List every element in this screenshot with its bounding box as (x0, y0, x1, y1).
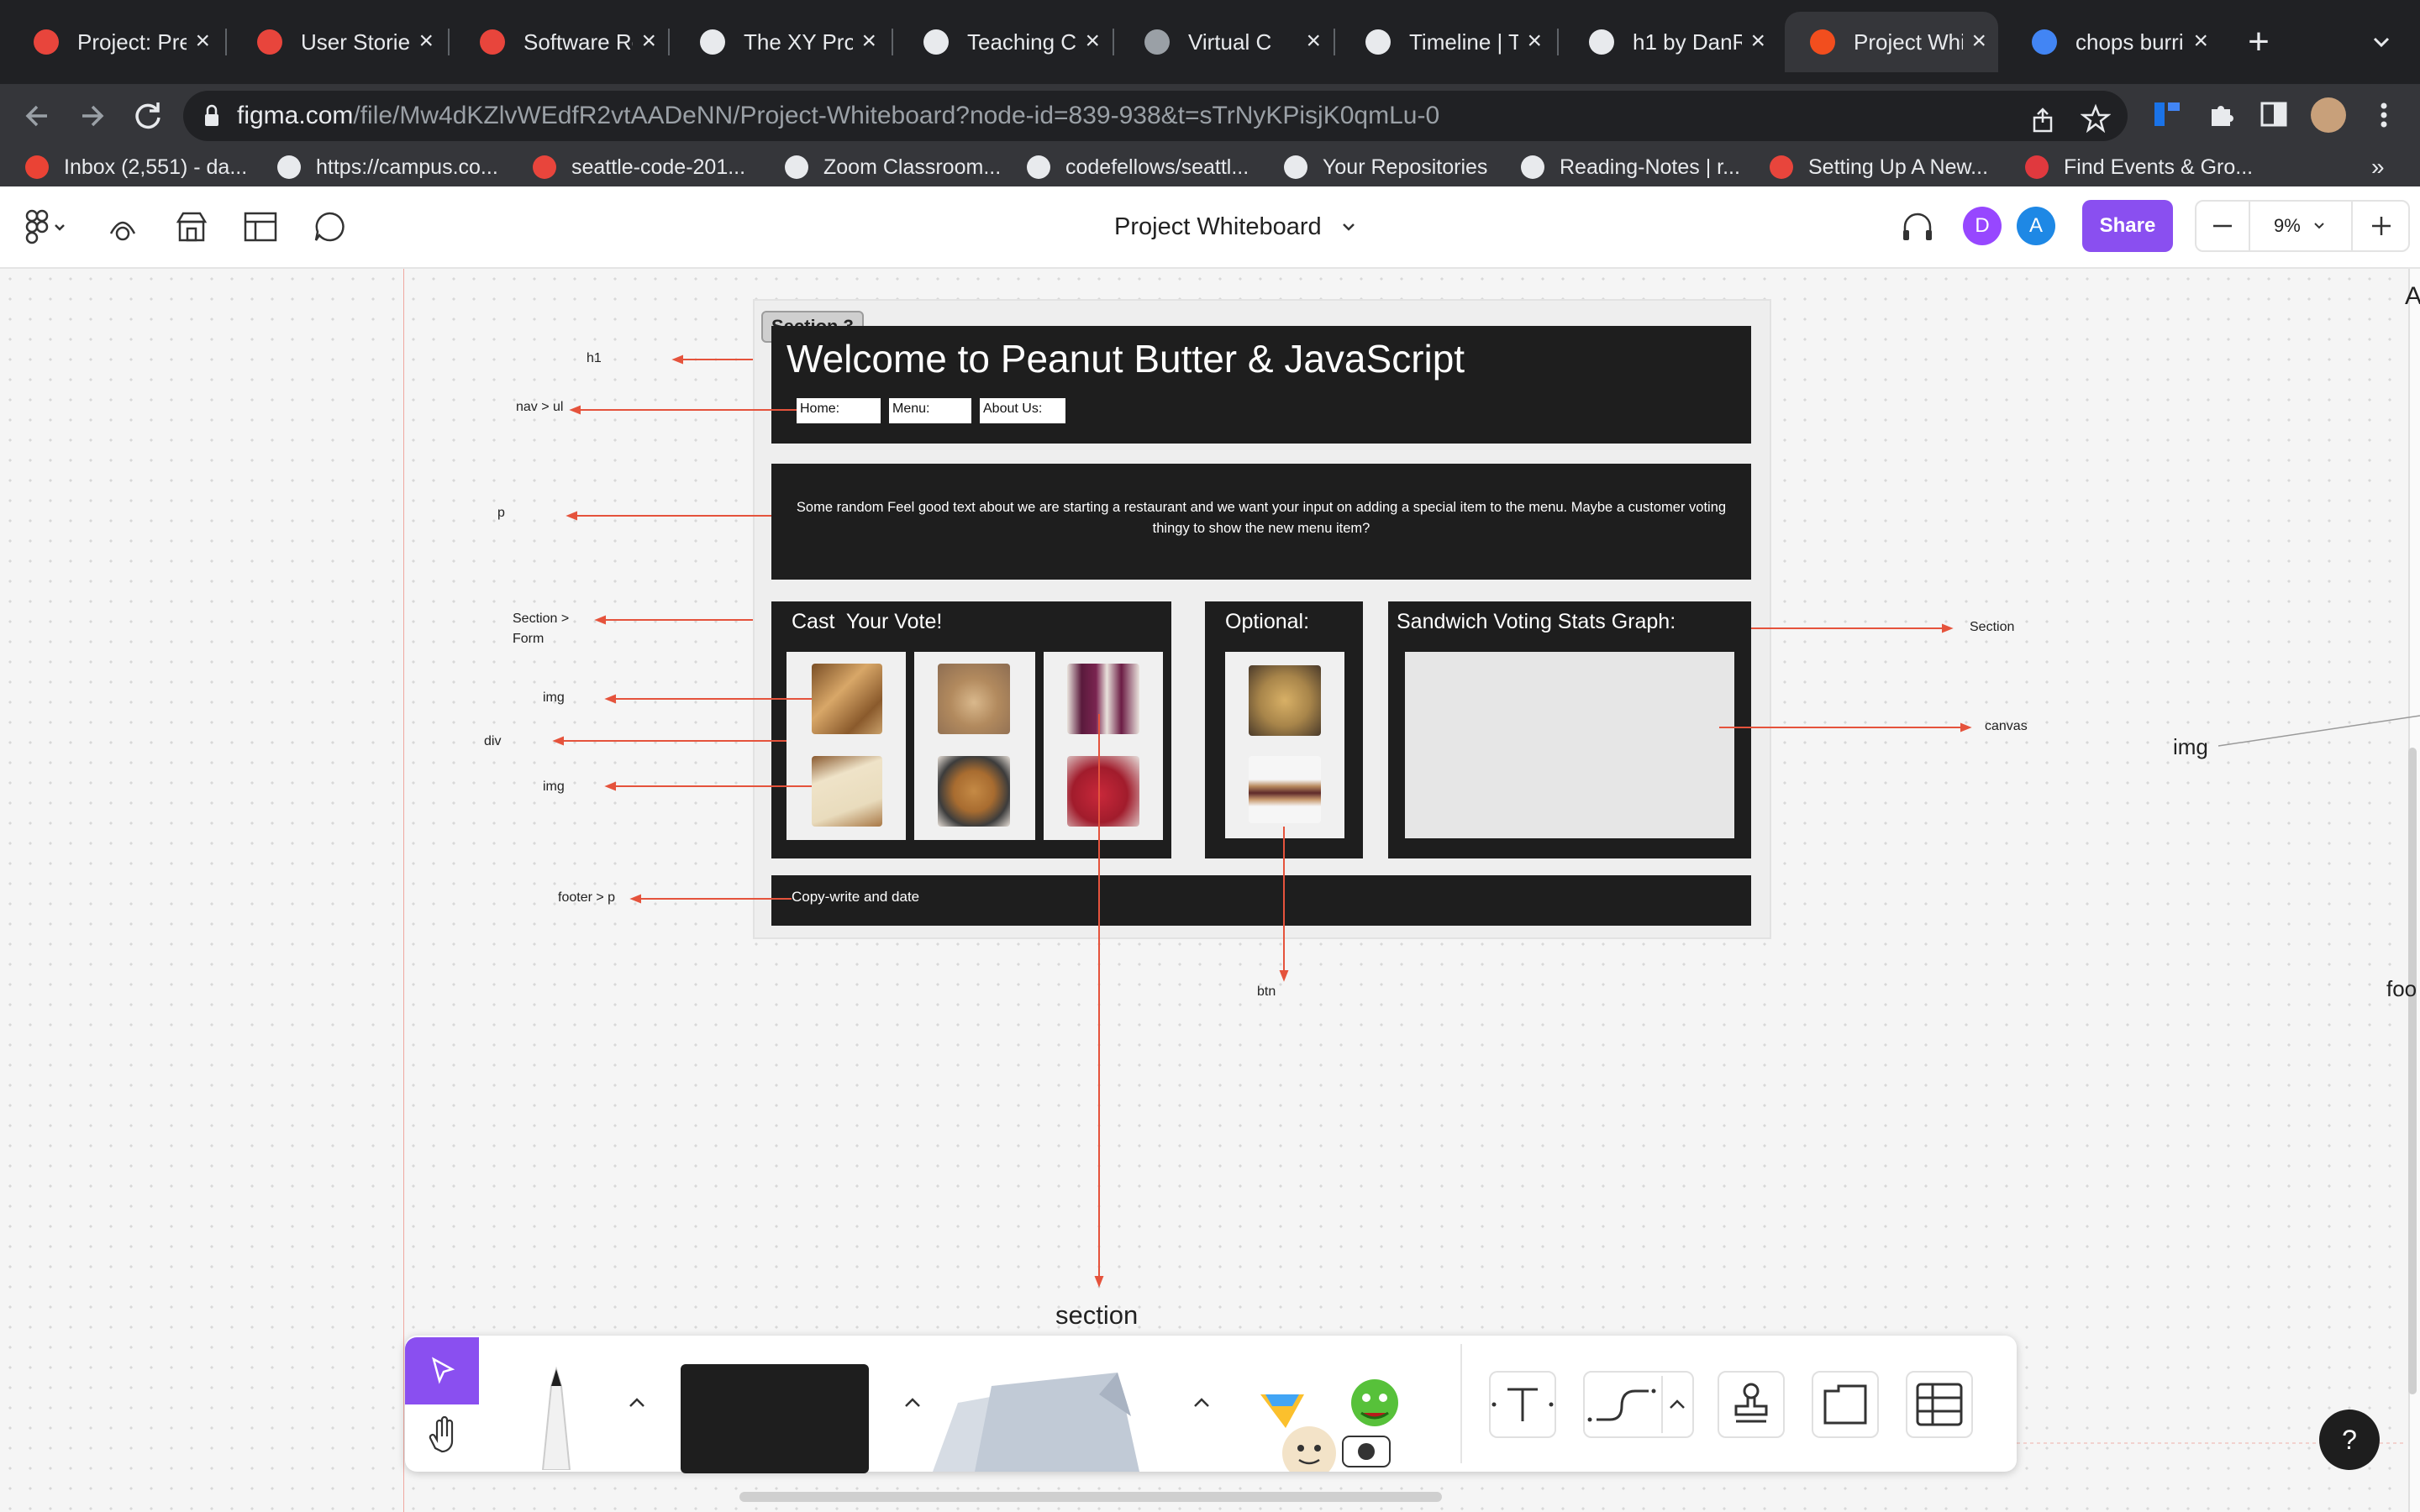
annotation-section-form-1: Section > (513, 612, 570, 626)
sticky-options-chevron-icon[interactable] (1188, 1389, 1215, 1416)
annotation-section-bottom: section (1055, 1300, 1139, 1330)
help-button[interactable]: ? (2319, 1410, 2380, 1470)
pen-tool-icon[interactable] (509, 1361, 603, 1471)
annotation-canvas: canvas (1985, 719, 2028, 733)
move-tool-button[interactable] (405, 1337, 479, 1404)
annotation-btn: btn (1257, 984, 1276, 999)
pen-options-chevron-icon[interactable] (623, 1389, 650, 1416)
section-tool-button[interactable] (1812, 1371, 1879, 1438)
annotation-foot-partial: foo (2386, 976, 2417, 1001)
annotation-footer: footer > p (558, 890, 616, 905)
table-tool-button[interactable] (1906, 1371, 1973, 1438)
annotation-div: div (484, 734, 502, 748)
dock-divider (1460, 1344, 1462, 1463)
sticky-note-tool-icon[interactable] (924, 1361, 1176, 1472)
text-tool-button[interactable] (1489, 1371, 1556, 1438)
annotation-arrows (552, 354, 2420, 1444)
connector-tool-button[interactable] (1583, 1371, 1694, 1438)
annotation-section-form-2: Form (513, 632, 544, 646)
hand-tool-button[interactable] (405, 1404, 479, 1470)
annotation-img-far-right: img (2173, 734, 2208, 759)
annotation-p: p (497, 506, 505, 520)
stamp-tool-button[interactable] (1718, 1371, 1785, 1438)
annotation-h1: h1 (587, 351, 602, 365)
shape-options-chevron-icon[interactable] (899, 1389, 926, 1416)
annotation-nav: nav > ul (516, 400, 564, 414)
annotation-img-top: img (543, 690, 565, 705)
annotation-section-right: Section (1970, 620, 2015, 634)
annotation-img-bottom: img (543, 780, 565, 794)
stickers-widgets-icon[interactable] (1249, 1369, 1417, 1480)
shape-tool-preview[interactable] (681, 1364, 869, 1473)
